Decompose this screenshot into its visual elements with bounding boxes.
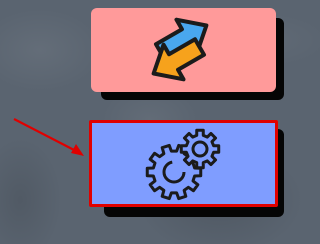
gear-small-body [179, 128, 220, 169]
swap-arrows-icon [151, 17, 208, 82]
gears-icon [145, 128, 220, 200]
gear-large-hole [162, 160, 185, 183]
settings-button[interactable] [89, 120, 278, 207]
switch-app-button[interactable] [91, 8, 276, 92]
